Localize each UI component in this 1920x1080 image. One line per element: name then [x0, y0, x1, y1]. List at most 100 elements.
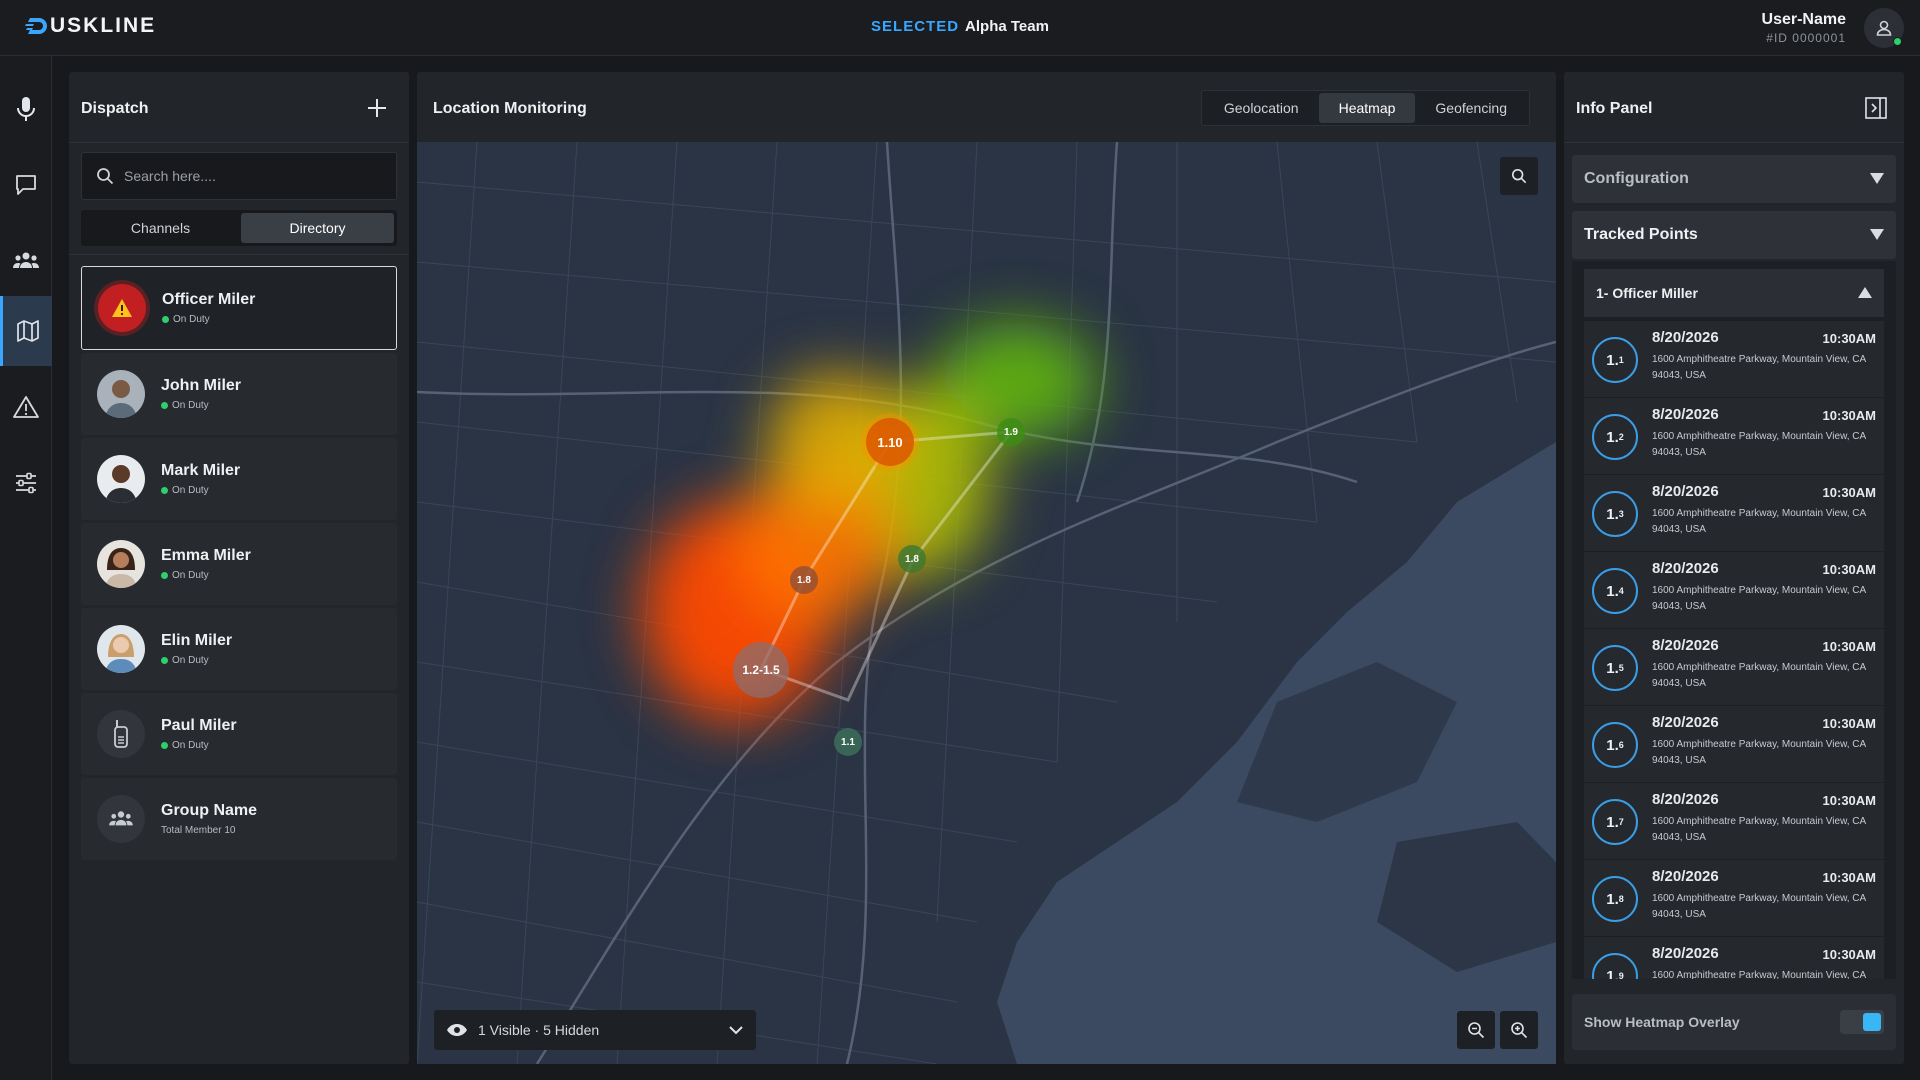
person-photo-icon [97, 370, 145, 418]
point-label: 1.9 [1004, 426, 1018, 438]
point-address: 1600 Amphitheatre Parkway, Mountain View… [1652, 431, 1866, 458]
contact-status-text: On Duty [172, 655, 209, 666]
badge-major: 1 [1606, 659, 1615, 677]
point-time: 10:30AM [1822, 331, 1876, 346]
badge-minor: 1 [1618, 355, 1624, 365]
tab-heatmap[interactable]: Heatmap [1318, 93, 1416, 123]
visibility-text: 1 Visible · 5 Hidden [478, 1022, 600, 1038]
tracked-points-accordion[interactable]: Tracked Points [1572, 211, 1896, 259]
warning-icon [112, 299, 132, 317]
contact-item[interactable]: Group Name Total Member 10 [81, 778, 397, 860]
tracked-point-row[interactable]: 1. 2 8/20/2026 10:30AM 1600 Amphitheatre Par… [1584, 398, 1884, 475]
point-address: 1600 Amphitheatre Parkway, Mountain View… [1652, 739, 1866, 766]
search-box [81, 152, 397, 200]
zoom-in-button[interactable] [1500, 1011, 1538, 1049]
nav-microphone[interactable] [0, 74, 52, 144]
contact-name: Emma Miler [161, 547, 251, 564]
avatar [97, 710, 145, 758]
map-mode-tabs: Geolocation Heatmap Geofencing [1200, 90, 1530, 126]
point-date: 8/20/2026 [1652, 329, 1719, 346]
badge-major: 1 [1606, 505, 1615, 523]
dispatch-panel: Dispatch Channels Directory Officer Mile… [69, 72, 409, 1064]
badge-minor: 5 [1618, 663, 1624, 673]
contact-item[interactable]: Officer Miler On Duty [81, 266, 397, 350]
status-dot [161, 572, 168, 579]
tracked-point-row[interactable]: 1. 1 8/20/2026 10:30AM 1600 Amphitheatre Par… [1584, 321, 1884, 398]
add-icon[interactable] [365, 96, 389, 120]
map-title: Location Monitoring [433, 100, 587, 117]
user-avatar-button[interactable] [1864, 8, 1904, 48]
point-address: 1600 Amphitheatre Parkway, Mountain View… [1652, 970, 1866, 979]
selected-team: SELECTED Alpha Team [0, 18, 1920, 35]
badge-major: 1 [1606, 582, 1615, 600]
contact-name: Mark Miler [161, 462, 241, 479]
point-time: 10:30AM [1822, 408, 1876, 423]
point-address: 1600 Amphitheatre Parkway, Mountain View… [1652, 816, 1866, 843]
tab-geolocation[interactable]: Geolocation [1204, 93, 1319, 123]
tracked-point-row[interactable]: 1. 5 8/20/2026 10:30AM 1600 Amphitheatre Par… [1584, 629, 1884, 706]
contact-status: On Duty [161, 400, 241, 411]
user-info: User-Name #ID 0000001 [1762, 11, 1846, 45]
map-canvas[interactable]: 1.10 1.9 1.8 1.8 1.2-1.5 1.1 1 Visible ·… [417, 142, 1556, 1064]
status-dot [161, 657, 168, 664]
point-address: 1600 Amphitheatre Parkway, Mountain View… [1652, 662, 1866, 689]
map-point[interactable]: 1.2-1.5 [733, 642, 789, 698]
point-time: 10:30AM [1822, 716, 1876, 731]
point-address: 1600 Amphitheatre Parkway, Mountain View… [1652, 508, 1866, 535]
map-point[interactable]: 1.10 [866, 418, 914, 466]
tab-geofencing[interactable]: Geofencing [1415, 93, 1527, 123]
contact-item[interactable]: Elin Miler On Duty [81, 608, 397, 690]
tracked-points-list: 1- Officer Miller 1. 1 8/20/2026 10:30AM 160… [1572, 261, 1896, 979]
segment-channels[interactable]: Channels [84, 213, 237, 243]
tracked-point-row[interactable]: 1. 4 8/20/2026 10:30AM 1600 Amphitheatre Par… [1584, 552, 1884, 629]
contact-item[interactable]: Paul Miler On Duty [81, 693, 397, 775]
contact-item[interactable]: John Miler On Duty [81, 353, 397, 435]
tracked-point-row[interactable]: 1. 6 8/20/2026 10:30AM 1600 Amphitheatre Par… [1584, 706, 1884, 783]
top-bar: USKLINE SELECTED Alpha Team User-Name #ID… [0, 0, 1920, 56]
tracked-point-row[interactable]: 1. 8 8/20/2026 10:30AM 1600 Amphitheatre Par… [1584, 860, 1884, 937]
point-time: 10:30AM [1822, 947, 1876, 962]
nav-alerts[interactable] [0, 372, 52, 442]
configuration-label: Configuration [1584, 170, 1689, 187]
tracked-point-row[interactable]: 1. 9 8/20/2026 10:30AM 1600 Amphitheatre Par… [1584, 937, 1884, 979]
collapse-panel-button[interactable] [1860, 92, 1892, 124]
microphone-icon [17, 97, 35, 121]
contact-status-text: On Duty [172, 485, 209, 496]
point-label: 1.8 [905, 553, 919, 565]
officer-group-label: 1- Officer Miller [1596, 285, 1698, 301]
visibility-dropdown[interactable]: 1 Visible · 5 Hidden [434, 1010, 756, 1050]
nav-settings[interactable] [0, 448, 52, 518]
point-date: 8/20/2026 [1652, 791, 1719, 808]
map-point[interactable]: 1.9 [997, 418, 1025, 446]
contact-list: Officer Miler On Duty John Miler On Duty M… [81, 266, 397, 863]
nav-rail [0, 56, 52, 1080]
contact-status: On Duty [161, 740, 237, 751]
search-input[interactable] [124, 168, 374, 184]
badge-major: 1 [1606, 351, 1615, 369]
contact-item[interactable]: Emma Miler On Duty [81, 523, 397, 605]
nav-chat[interactable] [0, 150, 52, 220]
app-logo[interactable]: USKLINE [24, 14, 156, 38]
map-search-button[interactable] [1500, 157, 1538, 195]
contact-item[interactable]: Mark Miler On Duty [81, 438, 397, 520]
point-time: 10:30AM [1822, 793, 1876, 808]
status-dot [161, 402, 168, 409]
nav-users[interactable] [0, 226, 52, 296]
map-point[interactable]: 1.8 [898, 545, 926, 573]
zoom-out-button[interactable] [1457, 1011, 1495, 1049]
tracked-point-row[interactable]: 1. 3 8/20/2026 10:30AM 1600 Amphitheatre Par… [1584, 475, 1884, 552]
heatmap-overlay-toggle[interactable] [1840, 1010, 1884, 1034]
selected-team-name: Alpha Team [965, 18, 1049, 35]
info-panel-title: Info Panel [1576, 100, 1653, 117]
badge-minor: 8 [1618, 894, 1624, 904]
configuration-accordion[interactable]: Configuration [1572, 155, 1896, 203]
officer-group-header[interactable]: 1- Officer Miller [1584, 269, 1884, 317]
point-time: 10:30AM [1822, 562, 1876, 577]
nav-map[interactable] [0, 296, 52, 366]
contact-status: On Duty [161, 570, 251, 581]
map-point[interactable]: 1.1 [834, 728, 862, 756]
tracked-point-row[interactable]: 1. 7 8/20/2026 10:30AM 1600 Amphitheatre Par… [1584, 783, 1884, 860]
segment-directory[interactable]: Directory [241, 213, 394, 243]
map-point[interactable]: 1.8 [790, 566, 818, 594]
point-badge: 1.2 [1592, 414, 1638, 460]
